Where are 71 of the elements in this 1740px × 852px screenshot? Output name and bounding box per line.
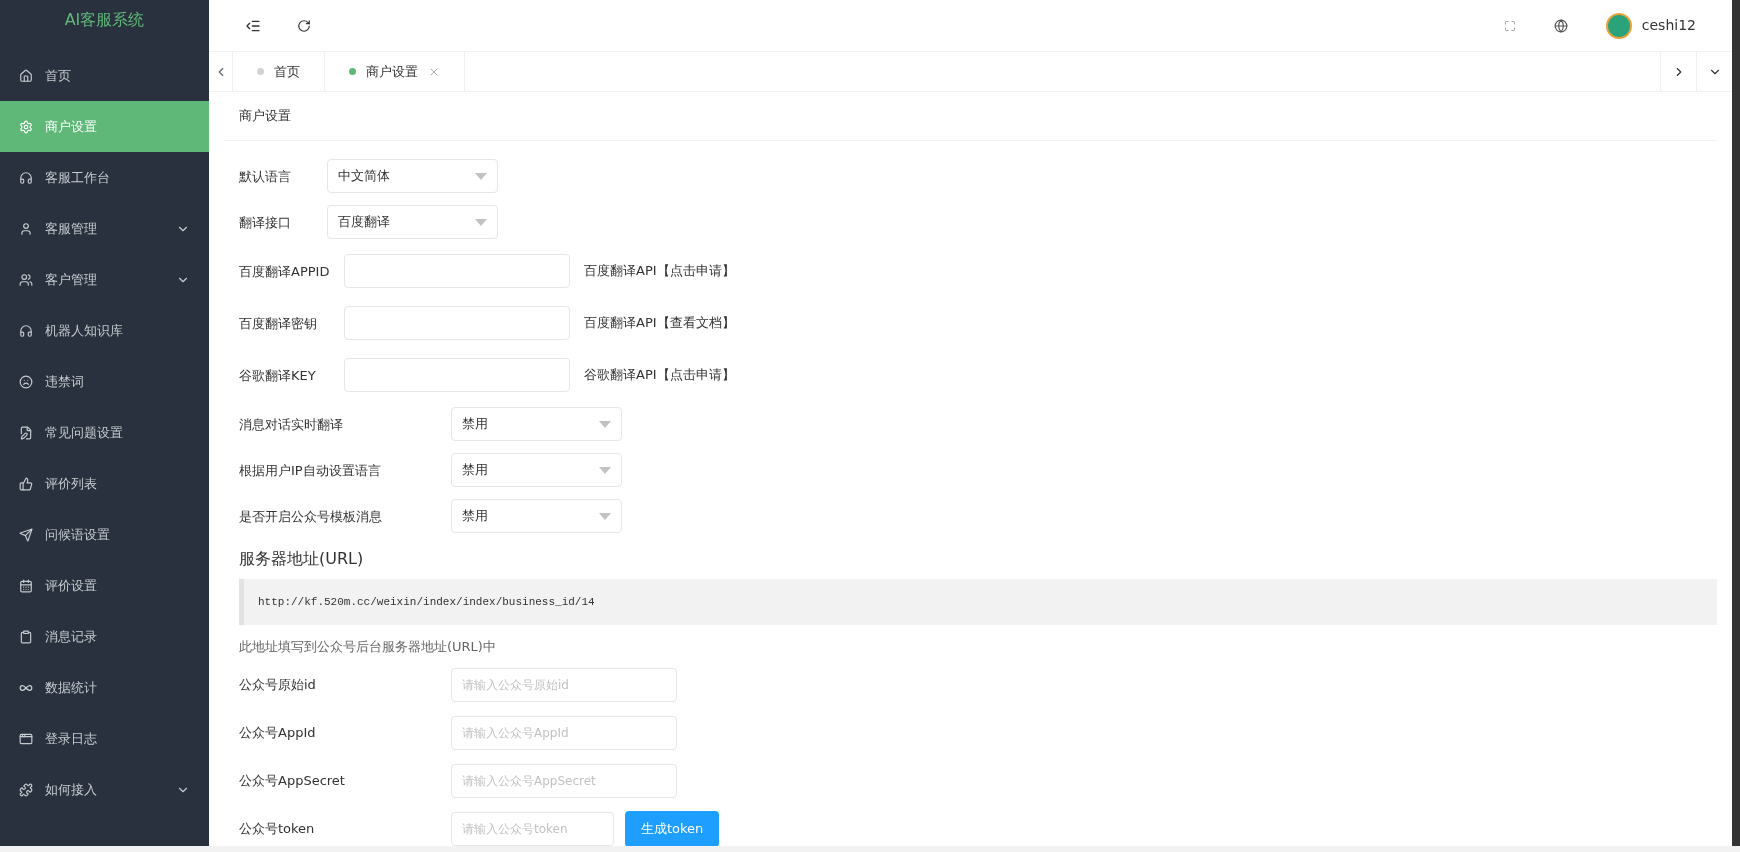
thumbs-up-icon (19, 476, 33, 491)
fullscreen-icon[interactable] (1503, 19, 1516, 32)
edit-icon (19, 425, 33, 440)
field-label: 百度翻译APPID (239, 264, 330, 279)
sidebar-item[interactable]: 问候语设置 (0, 509, 209, 560)
dropdown-caret-icon (599, 512, 611, 520)
calendar-icon (19, 578, 33, 593)
input-field[interactable]: 请输入公众号token (451, 811, 614, 846)
input-field[interactable] (344, 358, 570, 392)
sidebar-item[interactable]: 首页 (0, 50, 209, 101)
api-link[interactable]: 百度翻译API【点击申请】 (584, 261, 735, 281)
clipboard-icon (19, 629, 33, 644)
input-field[interactable] (344, 254, 570, 288)
field-label: 谷歌翻译KEY (239, 368, 316, 383)
page-tab[interactable]: 首页 (233, 52, 325, 91)
sidebar-item[interactable]: 消息记录 (0, 611, 209, 662)
dropdown-caret-icon (599, 420, 611, 428)
sidebar-item[interactable]: 客户管理 (0, 254, 209, 305)
select-field[interactable]: 禁用 (451, 499, 622, 533)
dropdown-caret-icon (475, 218, 487, 226)
field-label: 公众号AppId (239, 723, 317, 742)
sidebar-item[interactable]: 机器人知识库 (0, 305, 209, 356)
field-label: 公众号原始id (239, 675, 317, 694)
users-icon (19, 272, 33, 287)
select-field[interactable]: 百度翻译 (327, 205, 498, 239)
section-heading: 服务器地址(URL) (239, 548, 365, 570)
sidebar-item[interactable]: 客服管理 (0, 203, 209, 254)
sidebar-item[interactable]: 登录日志 (0, 713, 209, 764)
headset-icon (19, 170, 33, 185)
refresh-icon[interactable] (297, 18, 311, 33)
page-tab[interactable]: 商户设置 (325, 52, 465, 91)
api-link[interactable]: 百度翻译API【查看文档】 (584, 313, 735, 333)
sidebar-item[interactable]: 数据统计 (0, 662, 209, 713)
api-link[interactable]: 谷歌翻译API【点击申请】 (584, 365, 735, 385)
field-label: 消息对话实时翻译 (239, 417, 343, 432)
select-field[interactable]: 中文简体 (327, 159, 498, 193)
panel-title: 商户设置 (239, 107, 291, 126)
headset-icon (19, 323, 33, 338)
send-icon (19, 527, 33, 542)
input-field[interactable]: 请输入公众号AppId (451, 715, 677, 750)
select-field[interactable]: 禁用 (451, 453, 622, 487)
sidebar-item[interactable]: 评价列表 (0, 458, 209, 509)
url-note: 此地址填写到公众号后台服务器地址(URL)中 (239, 638, 497, 656)
frown-icon (19, 374, 33, 389)
sidebar-item[interactable]: 常见问题设置 (0, 407, 209, 458)
field-label: 百度翻译密钥 (239, 316, 317, 331)
url-block: http://kf.520m.cc/weixin/index/index/business_id/14 (239, 579, 1717, 625)
field-label: 默认语言 (239, 169, 291, 184)
user-icon (19, 221, 33, 236)
dropdown-caret-icon (475, 172, 487, 180)
sidebar-item[interactable]: 客服工作台 (0, 152, 209, 203)
avatar[interactable] (1605, 12, 1632, 39)
field-label: 公众号AppSecret (239, 771, 346, 790)
puzzle-icon (19, 782, 33, 797)
app-title: AI客服系统 (64, 9, 145, 31)
dropdown-caret-icon (599, 466, 611, 474)
input-field[interactable]: 请输入公众号AppSecret (451, 763, 677, 798)
select-field[interactable]: 禁用 (451, 407, 622, 441)
field-label: 翻译接口 (239, 215, 291, 230)
home-icon (19, 68, 33, 83)
field-label: 公众号token (239, 819, 316, 838)
sidebar-item[interactable]: 评价设置 (0, 560, 209, 611)
globe-icon[interactable] (1553, 18, 1568, 33)
sidebar-item[interactable]: 违禁词 (0, 356, 209, 407)
field-label: 是否开启公众号模板消息 (239, 509, 382, 524)
settings-icon (19, 119, 33, 134)
window-icon (19, 731, 33, 746)
sidebar-item[interactable]: 如何接入 (0, 764, 209, 815)
input-field[interactable] (344, 306, 570, 340)
field-label: 根据用户IP自动设置语言 (239, 463, 381, 478)
username[interactable]: ceshi12 (1641, 15, 1696, 36)
